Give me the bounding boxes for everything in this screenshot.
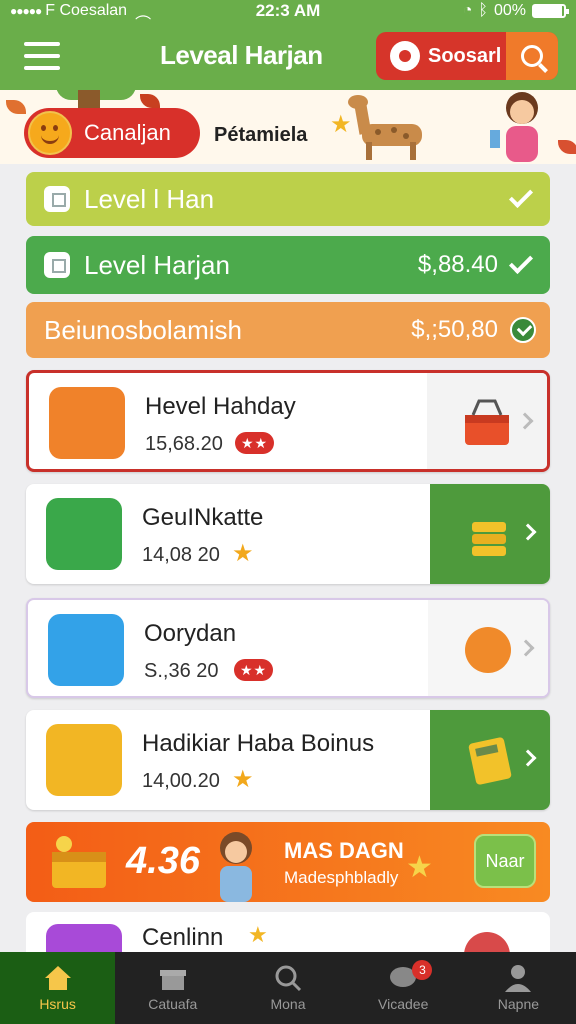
star-badge-icon xyxy=(46,924,122,952)
row-amount: $,88.40 xyxy=(417,251,498,278)
checkbox-icon xyxy=(44,186,70,212)
check-icon xyxy=(508,183,534,209)
coin-stack-icon xyxy=(472,522,506,556)
rating-badge: ★★ xyxy=(234,659,274,681)
coins-icon xyxy=(46,498,122,570)
tab-label: Vicadee xyxy=(378,996,429,1012)
page-title: Leveal Harjan xyxy=(160,40,323,70)
search-icon xyxy=(275,965,302,992)
tab-search[interactable]: Mona xyxy=(230,952,345,1024)
product-card-2[interactable]: GeuINkatte 14,08 20 ★ xyxy=(26,484,550,584)
check-circle-icon xyxy=(510,317,536,343)
card-price: S.,36 20 xyxy=(144,660,219,682)
notification-badge: 3 xyxy=(412,960,433,980)
giraffe-illustration xyxy=(348,95,422,160)
status-bar: ●●●●● F Coesalan ︵ 22:3 AM ◔ ᛒ 00% xyxy=(0,0,576,22)
battery-icon xyxy=(532,4,569,18)
tab-label: Hsrus xyxy=(39,996,76,1012)
header-action-button[interactable]: Soosarl xyxy=(376,32,558,80)
hamburger-icon[interactable] xyxy=(24,42,60,70)
promo-amount: 4.36 xyxy=(126,840,200,882)
product-card-5[interactable]: Cenlinn ★ xyxy=(26,912,550,952)
flower-icon xyxy=(558,140,576,154)
rating-star-icon: ★ xyxy=(232,540,254,567)
gift-icon xyxy=(159,970,186,990)
rating-badge: ★★ xyxy=(235,432,275,454)
search-icon xyxy=(521,45,543,67)
orange-fruit-icon xyxy=(465,627,511,673)
woman-illustration xyxy=(220,832,252,902)
banner-subtitle: Pétamiela xyxy=(214,124,308,146)
product-card-1[interactable]: Hevel Hahday 15,68.20 ★★ xyxy=(26,370,550,472)
card-side-icon xyxy=(464,932,510,952)
tab-home[interactable]: Hsrus xyxy=(0,952,116,1024)
promo-button[interactable]: Naar xyxy=(474,834,536,888)
check-icon xyxy=(508,249,534,275)
card-price: 14,08 20 xyxy=(142,544,220,566)
profile-icon xyxy=(505,965,532,992)
bluetooth-icon: ᛒ xyxy=(478,2,488,19)
bottom-tab-bar: Hsrus Catuafa Mona 3 Vicadee Napne xyxy=(0,952,576,1024)
row-label: Beiunosbolamish xyxy=(44,314,243,345)
app-header: Leveal Harjan Soosarl xyxy=(0,22,576,90)
tab-label: Napne xyxy=(497,996,540,1012)
card-title: GeuINkatte xyxy=(142,504,264,531)
home-icon xyxy=(44,966,71,990)
tab-catalog[interactable]: Catuafa xyxy=(115,952,230,1024)
tools-icon xyxy=(48,614,124,686)
battery-percent: 00% xyxy=(493,2,526,19)
card-title: Cenlinn xyxy=(142,924,224,951)
search-button[interactable] xyxy=(506,32,558,80)
gear-icon xyxy=(390,41,420,71)
checkbox-icon xyxy=(44,252,70,278)
level-row-1[interactable]: Level l Han xyxy=(26,172,550,226)
rating-star-icon: ★ xyxy=(248,922,268,947)
card-title: Hevel Hahday xyxy=(145,393,296,420)
banner-pill-button[interactable]: Canaljan xyxy=(24,108,200,158)
row-label: Level l Han xyxy=(84,183,215,214)
promo-subtitle: Madesphbladly xyxy=(284,868,399,887)
wifi-icon: ︵ xyxy=(135,5,152,22)
signal-icon: ●●●●● xyxy=(10,4,42,18)
tab-label: Mona xyxy=(270,996,306,1012)
shopping-cart-icon xyxy=(49,387,125,459)
banner-pill-label: Canaljan xyxy=(84,120,171,145)
level-row-2[interactable]: Level Harjan $,88.40 xyxy=(26,236,550,294)
promo-banner[interactable]: 4.36 MAS DAGN Madesphbladly ★ Naar xyxy=(26,822,550,902)
row-amount: $,;50,80 xyxy=(411,316,498,343)
basket-icon xyxy=(465,399,509,445)
promo-title: MAS DAGN xyxy=(284,838,404,863)
tab-label: Catuafa xyxy=(148,996,198,1012)
rating-star-icon: ★ xyxy=(232,766,254,793)
leaf-icon xyxy=(140,94,160,108)
calculator-icon xyxy=(468,737,512,785)
card-price: 15,68.20 xyxy=(145,433,223,455)
hero-banner: Canaljan Pétamiela ★ xyxy=(0,90,576,164)
gift-box-icon xyxy=(46,724,122,796)
star-icon: ★ xyxy=(406,851,433,884)
bonus-row[interactable]: Beiunosbolamish $,;50,80 xyxy=(26,302,550,358)
girl-illustration xyxy=(490,92,538,162)
tab-messages[interactable]: 3 Vicadee xyxy=(346,952,461,1024)
tab-profile[interactable]: Napne xyxy=(461,952,576,1024)
card-title: Hadikiar Haba Boinus xyxy=(142,730,375,757)
smiley-icon xyxy=(28,111,72,155)
product-card-3[interactable]: Oorydan S.,36 20 ★★ xyxy=(26,598,550,698)
card-title: Oorydan xyxy=(144,620,237,647)
carrier-label: F Coesalan xyxy=(45,2,128,19)
treasure-chest-icon xyxy=(52,836,106,888)
alarm-icon: ◔ xyxy=(462,2,473,19)
leaf-icon xyxy=(6,100,26,114)
header-action-label: Soosarl xyxy=(428,44,502,67)
row-label: Level Harjan xyxy=(84,249,230,280)
card-price: 14,00.20 xyxy=(142,770,220,792)
product-card-4[interactable]: Hadikiar Haba Boinus 14,00.20 ★ xyxy=(26,710,550,810)
